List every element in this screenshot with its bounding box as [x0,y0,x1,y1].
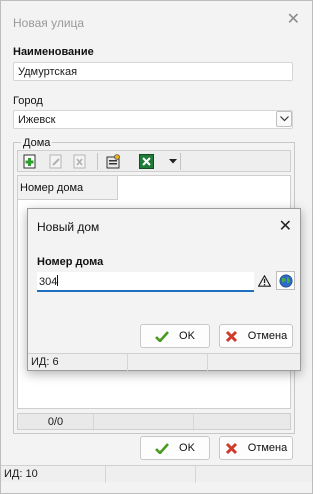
city-combo[interactable]: Ижевск [13,110,293,129]
cancel-x-icon [225,442,237,454]
dialog-status-bar: ИД: 6 [28,353,300,371]
close-icon[interactable]: ✕ [279,216,292,236]
grid-column-header[interactable]: Номер дома [18,176,118,200]
toolbar-separator [180,153,181,170]
check-icon [155,442,170,454]
warning-icon [258,274,271,287]
globe-button[interactable] [276,271,295,290]
delete-icon [73,154,85,169]
warning-button[interactable] [257,273,272,288]
toolbar-separator [97,153,98,170]
new-house-dialog: Новый дом ✕ Номер дома 304 OK Отмена ИД:… [27,208,301,371]
cancel-label: Отмена [247,442,288,454]
status-cell [196,466,312,483]
ok-button[interactable]: OK [140,436,210,460]
close-icon[interactable]: ✕ [287,12,300,28]
globe-icon [279,274,292,287]
window-title: Новая улица [13,16,85,30]
houses-group-label: Дома [21,137,53,149]
status-bar: ИД: 10 [1,465,312,483]
title-bar: Новая улица ✕ [1,1,312,41]
city-value: Ижевск [18,114,56,126]
house-number-label: Номер дома [37,256,104,268]
status-cell [128,354,208,371]
grid-footer: 0/0 [17,413,291,431]
status-cell [208,354,300,371]
city-dropdown-button[interactable] [276,111,292,127]
status-id: ИД: 10 [1,466,106,483]
properties-icon [106,154,120,169]
dialog-cancel-button[interactable]: Отмена [219,324,293,348]
name-label: Наименование [13,46,94,58]
delete-button[interactable] [71,153,88,170]
edit-icon [49,154,61,169]
name-input[interactable]: Удмуртская [13,62,293,81]
dialog-status-id: ИД: 6 [28,354,128,371]
cancel-x-icon [225,330,237,342]
house-number-value: 304 [39,276,58,288]
dialog-cancel-label: Отмена [247,330,288,342]
chevron-down-icon [279,116,289,122]
excel-export-button[interactable] [138,153,155,170]
text-cursor [57,275,59,286]
status-cell [106,466,196,483]
add-icon [23,154,35,169]
properties-button[interactable] [105,153,122,170]
grid-counter: 0/0 [18,414,94,431]
dialog-title: Новый дом [37,220,100,234]
dialog-ok-button[interactable]: OK [140,324,210,348]
edit-button[interactable] [47,153,64,170]
ok-label: OK [179,442,195,454]
city-label: Город [13,95,43,107]
dropdown-arrow-icon [168,159,177,164]
excel-dropdown-button[interactable] [164,153,181,170]
excel-icon [139,154,154,169]
check-icon [155,330,170,342]
house-number-input[interactable]: 304 [37,272,254,292]
cancel-button[interactable]: Отмена [219,436,293,460]
footer-cell [94,414,194,431]
houses-toolbar [17,150,291,172]
dialog-ok-label: OK [179,330,195,342]
add-button[interactable] [21,153,38,170]
